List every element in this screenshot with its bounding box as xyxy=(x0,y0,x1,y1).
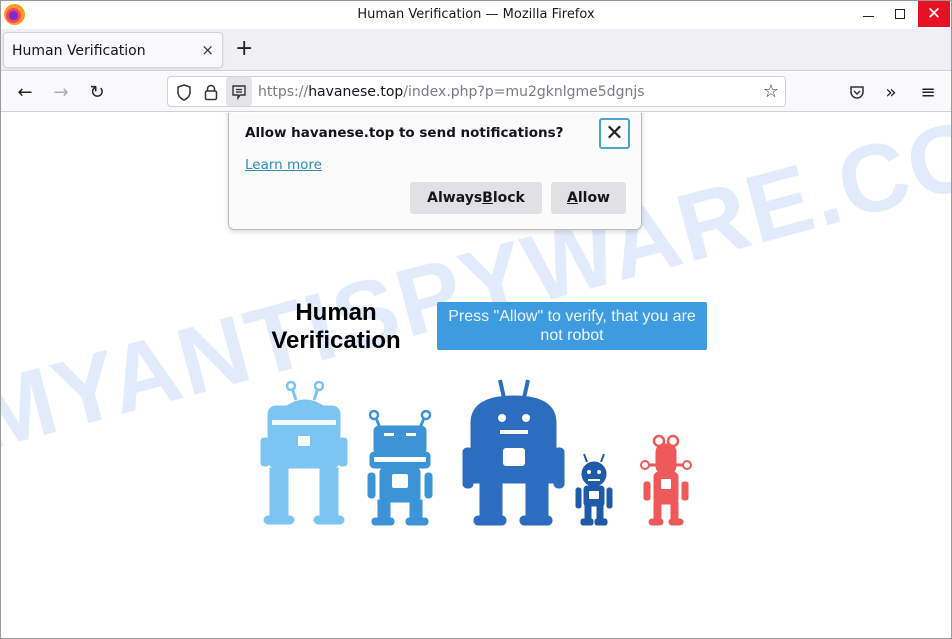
reload-icon: ↻ xyxy=(89,81,105,103)
tab-close-icon[interactable]: × xyxy=(201,41,214,59)
back-button[interactable]: ← xyxy=(13,80,37,104)
close-icon: ✕ xyxy=(926,4,942,24)
forward-arrow-icon: → xyxy=(53,81,69,103)
new-tab-button[interactable]: + xyxy=(235,37,253,61)
back-arrow-icon: ← xyxy=(17,81,33,103)
access-key: B xyxy=(482,190,493,206)
title-bar: Human Verification — Mozilla Firefox ✕ xyxy=(1,1,951,29)
lock-icon[interactable] xyxy=(200,81,222,103)
close-window-button[interactable]: ✕ xyxy=(918,1,950,27)
button-label: llow xyxy=(577,190,610,206)
page-content: MYANTISPYWARE.COM Human Verification Pre… xyxy=(1,113,951,638)
url-path: /index.php?p=mu2gknlgme5dgnjs xyxy=(403,84,645,100)
minimize-icon xyxy=(862,15,874,17)
popup-message: Allow havanese.top to send notifications… xyxy=(245,125,564,141)
url-host: havanese.top xyxy=(308,84,404,100)
learn-more-link[interactable]: Learn more xyxy=(245,157,322,173)
navigation-toolbar: ← → ↻ https://havanese.top/index.php?p=m… xyxy=(1,72,951,112)
browser-window: Human Verification — Mozilla Firefox ✕ H… xyxy=(0,0,952,639)
popup-close-button[interactable]: ✕ xyxy=(599,118,630,149)
app-menu-button[interactable]: ≡ xyxy=(916,80,940,104)
tracking-protection-shield-icon[interactable] xyxy=(173,81,195,103)
maximize-icon xyxy=(895,9,905,19)
tab-strip: Human Verification × + xyxy=(1,29,951,71)
tab-human-verification[interactable]: Human Verification × xyxy=(3,32,223,68)
robot-icon xyxy=(575,453,613,526)
robot-icon xyxy=(260,380,348,525)
forward-button[interactable]: → xyxy=(49,80,73,104)
pocket-icon xyxy=(850,85,864,99)
close-icon: ✕ xyxy=(605,121,624,146)
bookmark-star-icon[interactable]: ☆ xyxy=(763,81,779,102)
notification-permission-icon[interactable] xyxy=(226,77,252,106)
robot-icon xyxy=(367,409,433,526)
access-key: A xyxy=(567,190,578,206)
popup-arrow xyxy=(234,113,252,115)
allow-button[interactable]: Allow xyxy=(551,182,626,214)
instruction-banner: Press "Allow" to verify, that you are no… xyxy=(437,302,707,350)
overflow-menu-button[interactable]: » xyxy=(879,80,903,104)
minimize-button[interactable] xyxy=(853,1,883,27)
notification-permission-popup: Allow havanese.top to send notifications… xyxy=(228,113,642,230)
url-text[interactable]: https://havanese.top/index.php?p=mu2gknl… xyxy=(258,84,645,100)
tab-title: Human Verification xyxy=(12,43,146,59)
pocket-button[interactable] xyxy=(845,80,869,104)
url-scheme: https:// xyxy=(258,84,309,100)
button-label: lock xyxy=(492,190,525,206)
reload-button[interactable]: ↻ xyxy=(85,80,109,104)
always-block-button[interactable]: Always Block xyxy=(410,182,542,214)
maximize-button[interactable] xyxy=(885,1,915,27)
url-bar[interactable]: https://havanese.top/index.php?p=mu2gknl… xyxy=(167,76,786,107)
button-label: Always xyxy=(427,190,483,206)
chevron-double-right-icon: » xyxy=(885,81,897,103)
window-title: Human Verification — Mozilla Firefox xyxy=(357,7,595,22)
robots-illustration xyxy=(260,379,692,526)
page-heading: Human Verification xyxy=(271,299,401,354)
hamburger-menu-icon: ≡ xyxy=(920,81,936,103)
